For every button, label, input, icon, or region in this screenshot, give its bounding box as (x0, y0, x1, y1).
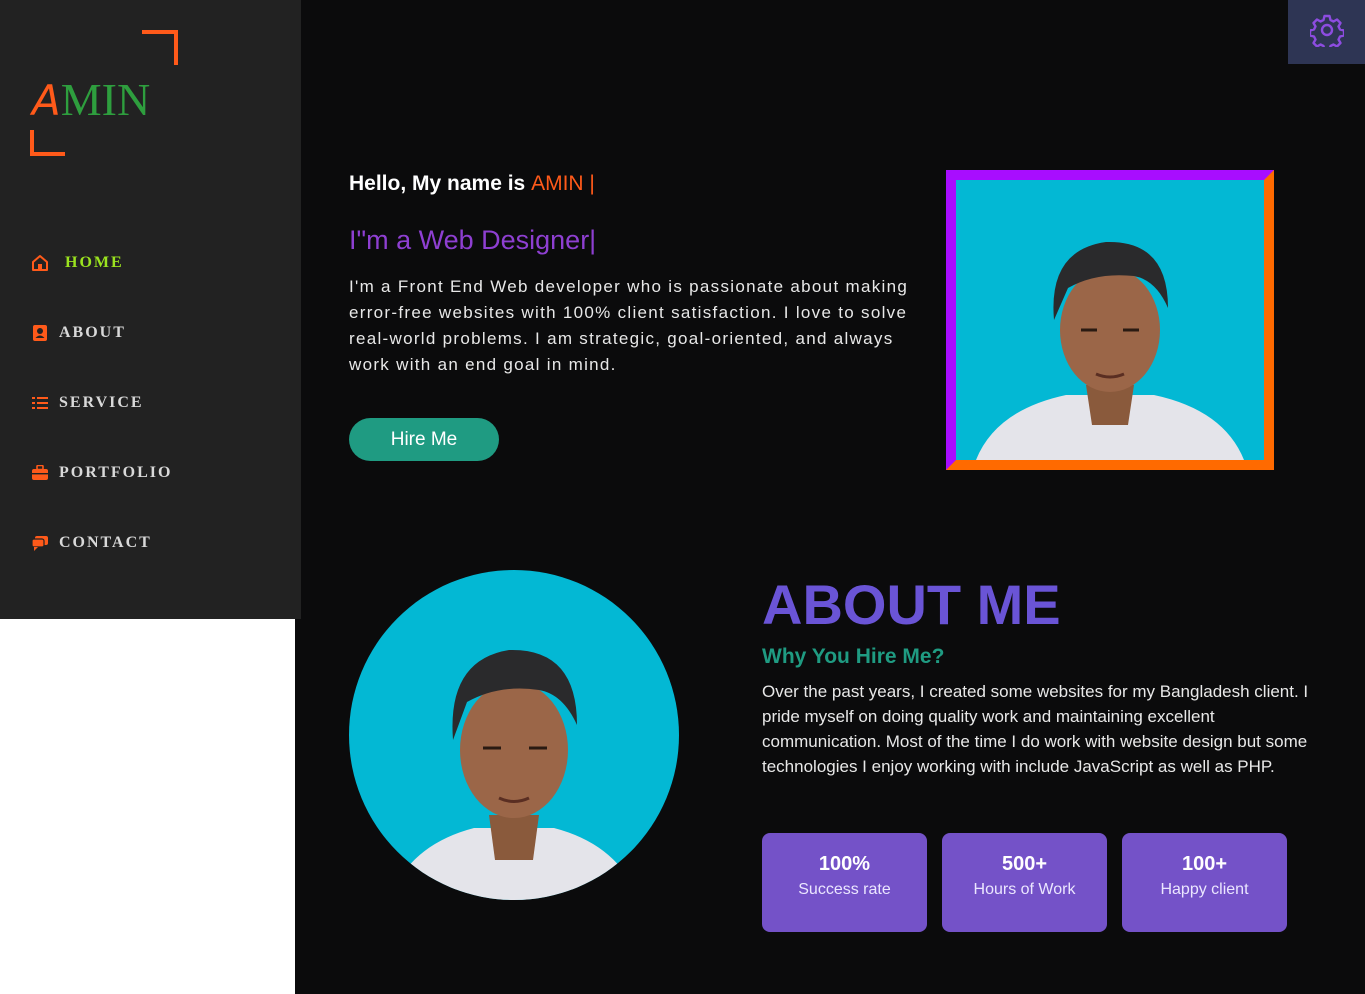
stat-label: Hours of Work (973, 881, 1076, 898)
hire-me-button[interactable]: Hire Me (349, 418, 499, 461)
stat-card-hours: 500+ Hours of Work (942, 833, 1107, 932)
stat-value: 500+ (1001, 853, 1048, 875)
logo-corner-bottom-left (30, 130, 65, 156)
stat-card-success: 100% Success rate (762, 833, 927, 932)
nav-item-service[interactable]: SERVICE (30, 368, 172, 438)
sidebar-nav: HOME ABOUT SERVICE PORTFOLIO CONTACT (30, 228, 172, 578)
home-icon (30, 253, 50, 273)
user-card-icon (30, 323, 50, 343)
profile-photo (946, 170, 1274, 470)
hero-name: AMIN | (531, 172, 595, 195)
about-photo (349, 570, 679, 900)
nav-item-portfolio[interactable]: PORTFOLIO (30, 438, 172, 508)
stat-value: 100+ (1181, 853, 1228, 875)
nav-item-home[interactable]: HOME (30, 228, 172, 298)
portrait-illustration-round (389, 649, 639, 900)
settings-button[interactable] (1288, 0, 1365, 64)
stat-label: Success rate (798, 881, 891, 898)
briefcase-icon (30, 463, 50, 483)
gear-icon (1308, 13, 1345, 52)
chat-icon (30, 533, 50, 553)
logo-rest: MIN (60, 74, 151, 125)
hero-role: I"m a Web Designer| (349, 225, 597, 255)
hero-greeting-prefix: Hello, My name is (349, 172, 532, 195)
stat-value: 100% (818, 853, 871, 875)
stats-row: 100% Success rate 500+ Hours of Work 100… (762, 833, 1287, 932)
nav-label-about: ABOUT (59, 324, 126, 341)
logo-first-letter: A (32, 76, 61, 125)
logo-corner-top-right (142, 30, 178, 65)
about-subtitle: Why You Hire Me? (762, 645, 945, 668)
nav-label-portfolio: PORTFOLIO (59, 464, 173, 481)
hero-greeting: Hello, My name is AMIN | (349, 172, 595, 196)
about-text: Over the past years, I created some webs… (762, 682, 1309, 776)
logo-text: AMIN (32, 74, 150, 127)
portrait-illustration (976, 241, 1244, 460)
stat-label: Happy client (1160, 881, 1249, 898)
nav-label-contact: CONTACT (59, 534, 152, 551)
nav-item-about[interactable]: ABOUT (30, 298, 172, 368)
sidebar: AMIN HOME ABOUT SERVICE PORTFOLIO CONTAC… (0, 0, 301, 619)
nav-label-home: HOME (65, 254, 124, 271)
nav-item-contact[interactable]: CONTACT (30, 508, 172, 578)
hero-bio: I'm a Front End Web developer who is pas… (349, 277, 909, 374)
nav-label-service: SERVICE (59, 394, 144, 411)
about-title: ABOUT ME (762, 573, 1061, 636)
logo[interactable]: AMIN (30, 30, 180, 158)
list-icon (30, 393, 50, 413)
stat-card-clients: 100+ Happy client (1122, 833, 1287, 932)
